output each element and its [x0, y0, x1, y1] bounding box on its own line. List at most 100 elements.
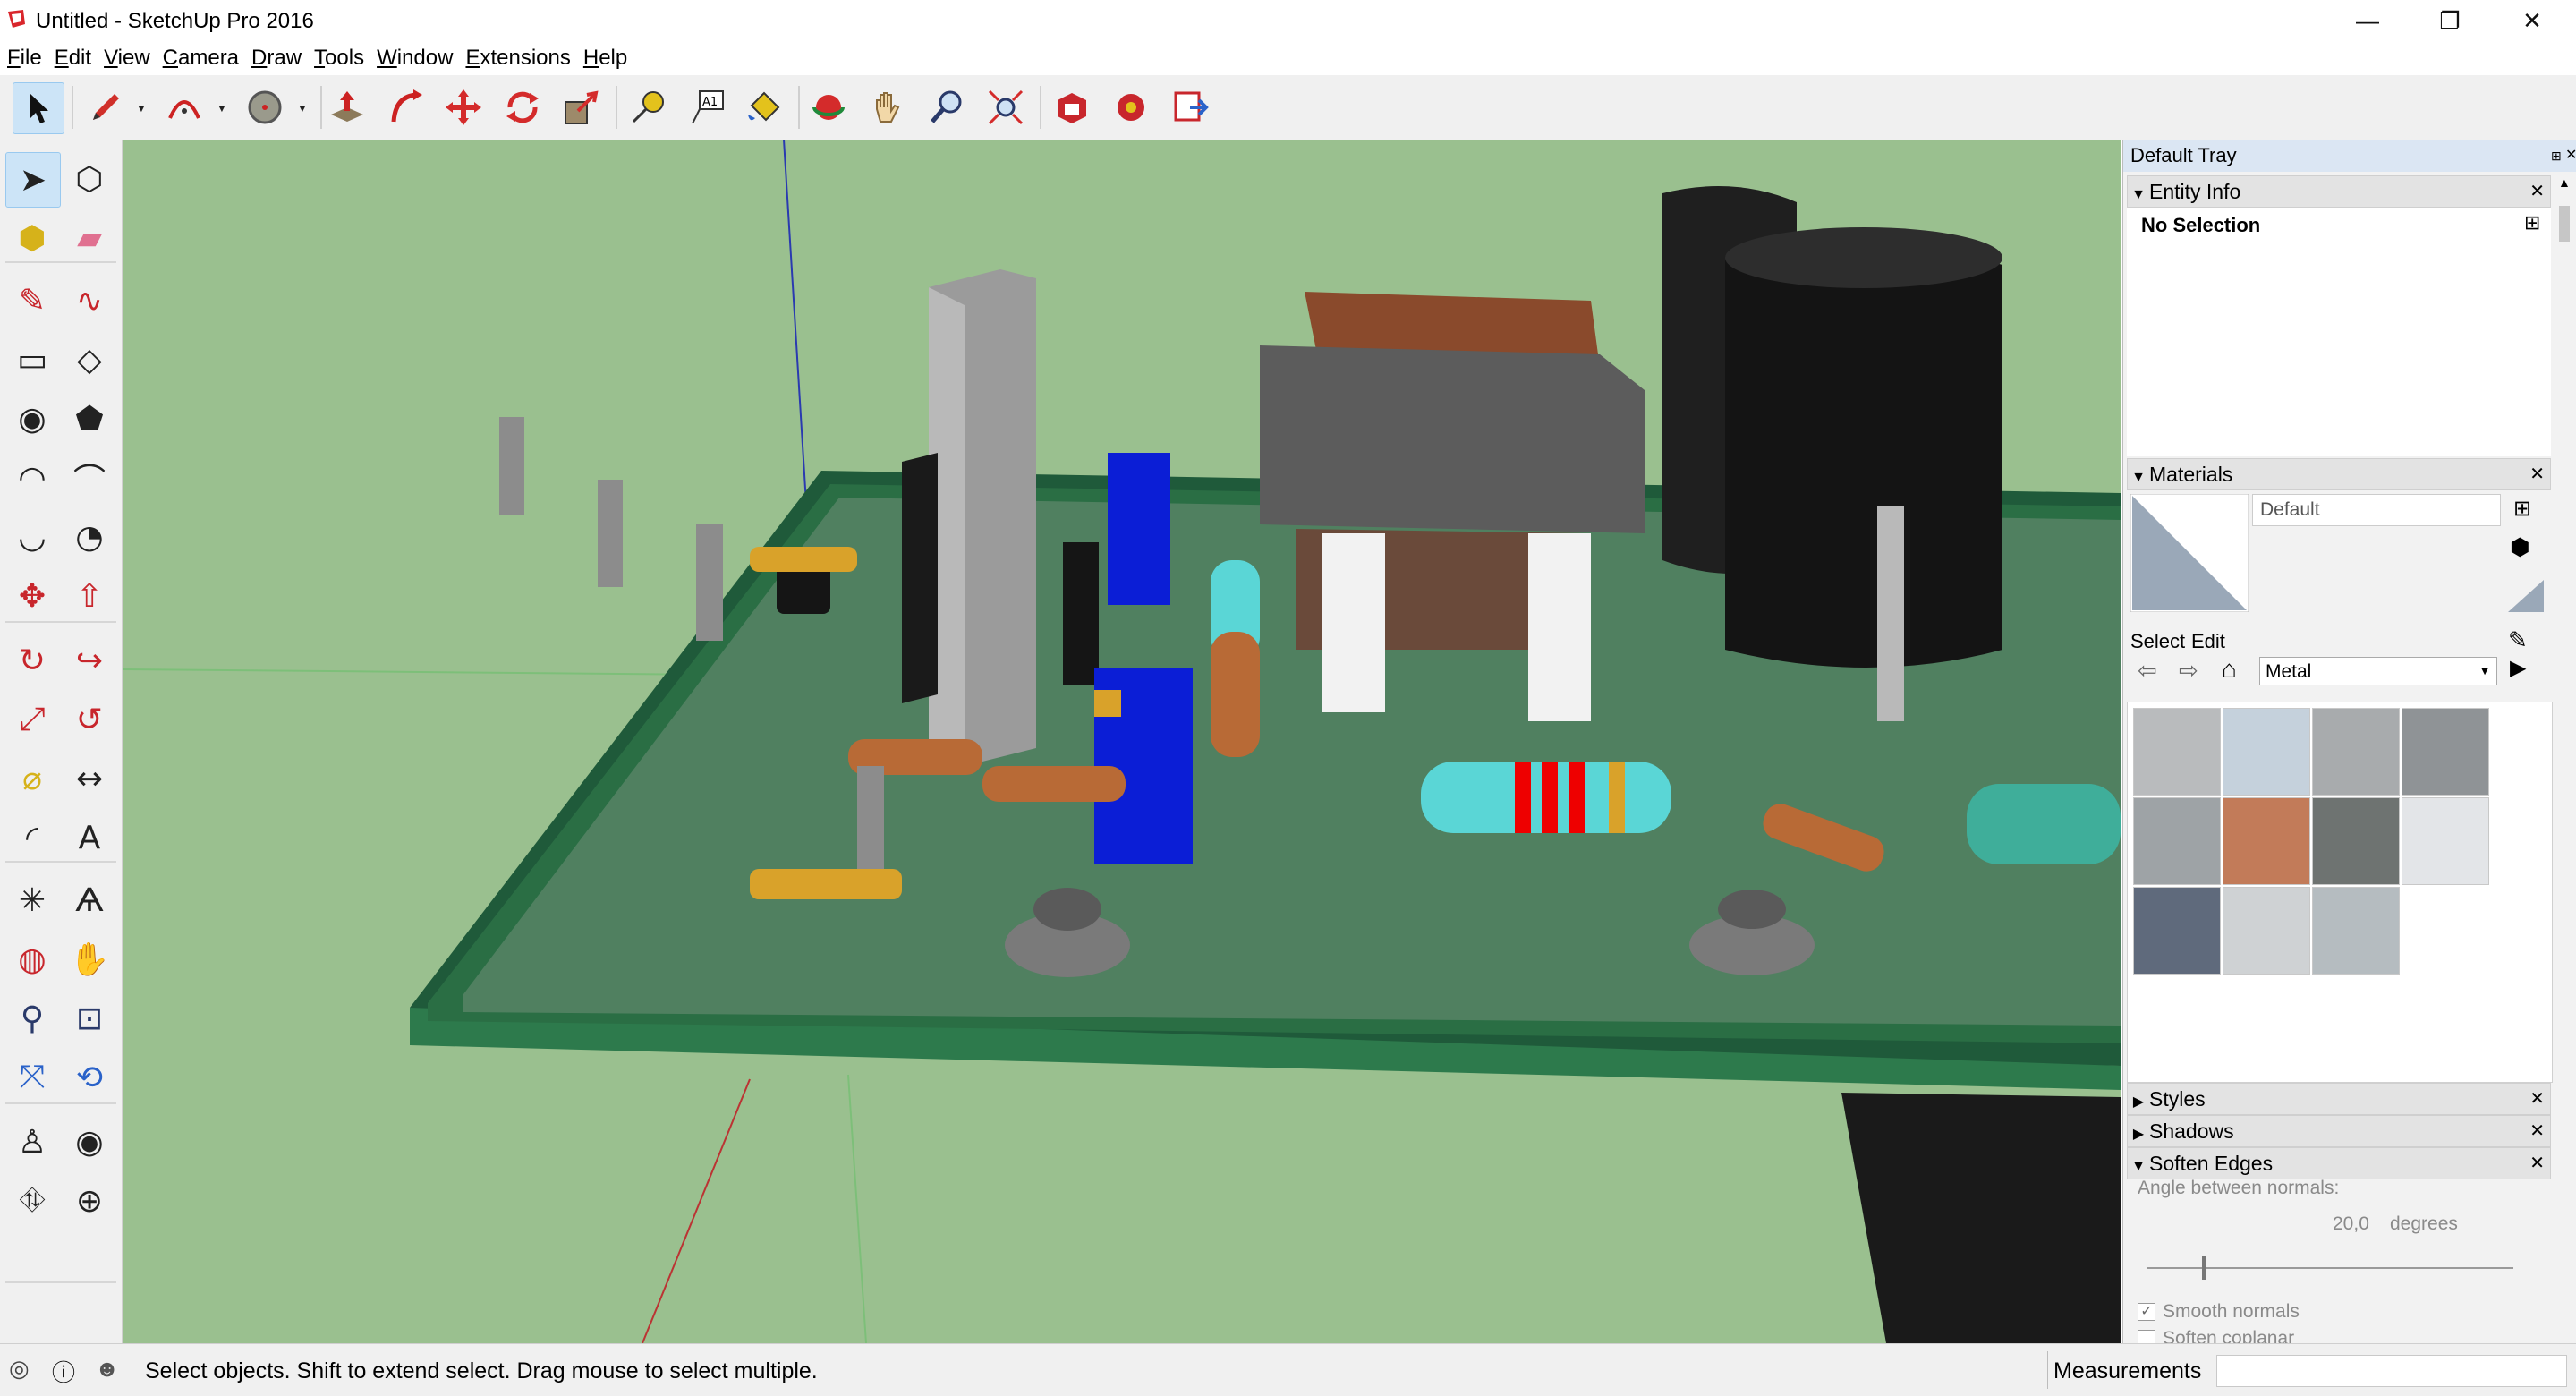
position-camera-tool-button[interactable]: ♙	[5, 1115, 59, 1169]
panel-close-icon[interactable]: ✕	[2529, 176, 2545, 207]
rotate-tool-button[interactable]: ↻	[5, 634, 59, 687]
select-tool-button[interactable]: ➤	[5, 152, 61, 208]
paint-bucket-tool-button[interactable]: ⬢	[5, 211, 59, 265]
drawing-viewport[interactable]	[123, 140, 2121, 1343]
scale-tool-button[interactable]: ⤢	[5, 693, 59, 746]
dimension-tool-button[interactable]: ↔	[63, 752, 116, 805]
menu-window[interactable]: Window	[370, 43, 458, 73]
materials-tab-select[interactable]: Select	[2130, 630, 2185, 653]
material-swatch[interactable]	[2223, 708, 2310, 796]
angle-slider-thumb[interactable]	[2201, 1256, 2206, 1280]
material-swatch[interactable]	[2312, 797, 2400, 885]
entity-info-header[interactable]: ▼ Entity Info ✕	[2127, 175, 2551, 208]
create-material-icon[interactable]: ⊞	[2513, 496, 2531, 522]
material-swatch[interactable]	[2402, 797, 2489, 885]
scroll-up-icon[interactable]: ▲	[2558, 175, 2571, 190]
orbit-tool-button[interactable]: ◍	[5, 932, 59, 986]
arc-tool-button[interactable]	[159, 82, 209, 132]
menu-file[interactable]: File	[0, 43, 47, 73]
panel-close-icon[interactable]: ✕	[2529, 1148, 2545, 1179]
material-name-field[interactable]: Default	[2252, 494, 2501, 526]
soften-edges-header[interactable]: ▼ Soften Edges ✕	[2127, 1147, 2551, 1179]
back-arrow-icon[interactable]: ⇦	[2138, 657, 2157, 685]
zoom-tool-button[interactable]: ⚲	[5, 992, 59, 1045]
zoom-extents-tool-button[interactable]	[981, 82, 1031, 132]
material-swatch[interactable]	[2133, 708, 2221, 796]
component-tool-button[interactable]: ⬡	[63, 152, 116, 206]
zoom-tool-button[interactable]	[922, 82, 972, 132]
measurements-input[interactable]	[2216, 1355, 2567, 1387]
offset-tool-button[interactable]: ↺	[63, 693, 116, 746]
move-tool-button[interactable]: ✥	[5, 569, 59, 623]
pencil-dropdown-icon[interactable]: ▼	[136, 102, 147, 115]
details-menu-icon[interactable]: ▶	[2510, 655, 2526, 681]
zoom-window-tool-button[interactable]: ⊡	[63, 992, 116, 1045]
panel-close-icon[interactable]: ✕	[2529, 1116, 2545, 1146]
look-around-tool-button[interactable]: ◉	[63, 1115, 116, 1169]
pan-tool-button[interactable]	[863, 82, 913, 132]
tape-measure-tool-button[interactable]: ⌀	[5, 752, 59, 805]
credits-info-icon[interactable]: ⓘ	[52, 1355, 75, 1388]
orbit-tool-button[interactable]	[803, 82, 854, 132]
previous-view-tool-button[interactable]: ⟲	[63, 1051, 116, 1104]
walk-tool-button[interactable]: ⛗	[5, 1174, 59, 1228]
scale-tool-button[interactable]	[557, 82, 607, 132]
scroll-thumb[interactable]	[2559, 206, 2570, 242]
menu-view[interactable]: View	[97, 43, 156, 73]
line-tool-button[interactable]: ✎	[5, 274, 59, 328]
text-tool-button[interactable]: A	[63, 811, 116, 864]
protractor-tool-button[interactable]: ◜	[5, 811, 59, 864]
pencil-tool-button[interactable]	[81, 82, 131, 132]
3d-text-tool-button[interactable]: Ѧ	[63, 873, 116, 927]
angle-slider-track[interactable]	[2147, 1256, 2513, 1280]
freehand-tool-button[interactable]: ∿	[63, 274, 116, 328]
smooth-normals-checkbox[interactable]: ✓	[2138, 1303, 2155, 1321]
styles-header[interactable]: ▶ Styles ✕	[2127, 1083, 2551, 1115]
restore-button[interactable]: ❐	[2409, 0, 2491, 41]
rectangle-tool-button[interactable]: ▭	[5, 333, 59, 387]
tape-measure-tool-button[interactable]	[623, 82, 673, 132]
push-pull-tool-button[interactable]	[322, 82, 372, 132]
paint-bucket-tool-button[interactable]	[739, 82, 789, 132]
material-swatch[interactable]	[2312, 887, 2400, 975]
circle-dropdown-icon[interactable]: ▼	[297, 102, 308, 115]
material-library-select[interactable]: Metal ▼	[2259, 657, 2497, 685]
polygon-tool-button[interactable]: ⬟	[63, 392, 116, 446]
follow-me-tool-button[interactable]	[381, 82, 431, 132]
shadows-header[interactable]: ▶ Shadows ✕	[2127, 1115, 2551, 1147]
user-account-icon[interactable]: ☻	[95, 1355, 119, 1383]
tray-scrollbar[interactable]: ▲ ▼	[2555, 175, 2574, 1376]
menu-tools[interactable]: Tools	[307, 43, 370, 73]
material-swatch[interactable]	[2223, 797, 2310, 885]
material-swatch[interactable]	[2402, 708, 2489, 796]
material-swatch[interactable]	[2312, 708, 2400, 796]
material-swatch[interactable]	[2133, 887, 2221, 975]
paint-default-icon[interactable]: ⬢	[2510, 533, 2530, 561]
materials-header[interactable]: ▼ Materials ✕	[2127, 458, 2551, 490]
arc-tool-button[interactable]: ◠	[5, 451, 59, 505]
sample-paint-icon[interactable]	[2506, 578, 2546, 614]
eyedropper-icon[interactable]: ✎	[2508, 626, 2528, 654]
minimize-button[interactable]: —	[2326, 0, 2409, 41]
select-tool-button[interactable]	[13, 82, 64, 134]
tray-close-icon[interactable]: ✕	[2558, 140, 2576, 172]
close-button[interactable]: ✕	[2491, 0, 2573, 41]
zoom-extents-tool-button[interactable]: ⤧	[5, 1051, 59, 1104]
pan-tool-button[interactable]: ✋	[63, 932, 116, 986]
geo-location-icon[interactable]: ◎	[9, 1355, 30, 1383]
panel-close-icon[interactable]: ✕	[2529, 459, 2545, 489]
material-swatch[interactable]	[2223, 887, 2310, 975]
circle-tool-button[interactable]: ◉	[5, 392, 59, 446]
menu-help[interactable]: Help	[576, 43, 633, 73]
eraser-tool-button[interactable]: ▰	[63, 211, 116, 265]
menu-camera[interactable]: Camera	[156, 43, 244, 73]
extension-warehouse-button[interactable]	[1106, 82, 1156, 132]
panel-close-icon[interactable]: ✕	[2529, 1084, 2545, 1114]
rotate-tool-button[interactable]	[497, 82, 548, 132]
move-tool-button[interactable]	[438, 82, 489, 132]
entity-detail-toggle-icon[interactable]: ⊞	[2524, 211, 2540, 234]
forward-arrow-icon[interactable]: ⇨	[2179, 657, 2198, 685]
axes-tool-button[interactable]: ✳	[5, 873, 59, 927]
materials-tab-edit[interactable]: Edit	[2191, 630, 2225, 653]
home-icon[interactable]: ⌂	[2222, 655, 2237, 684]
